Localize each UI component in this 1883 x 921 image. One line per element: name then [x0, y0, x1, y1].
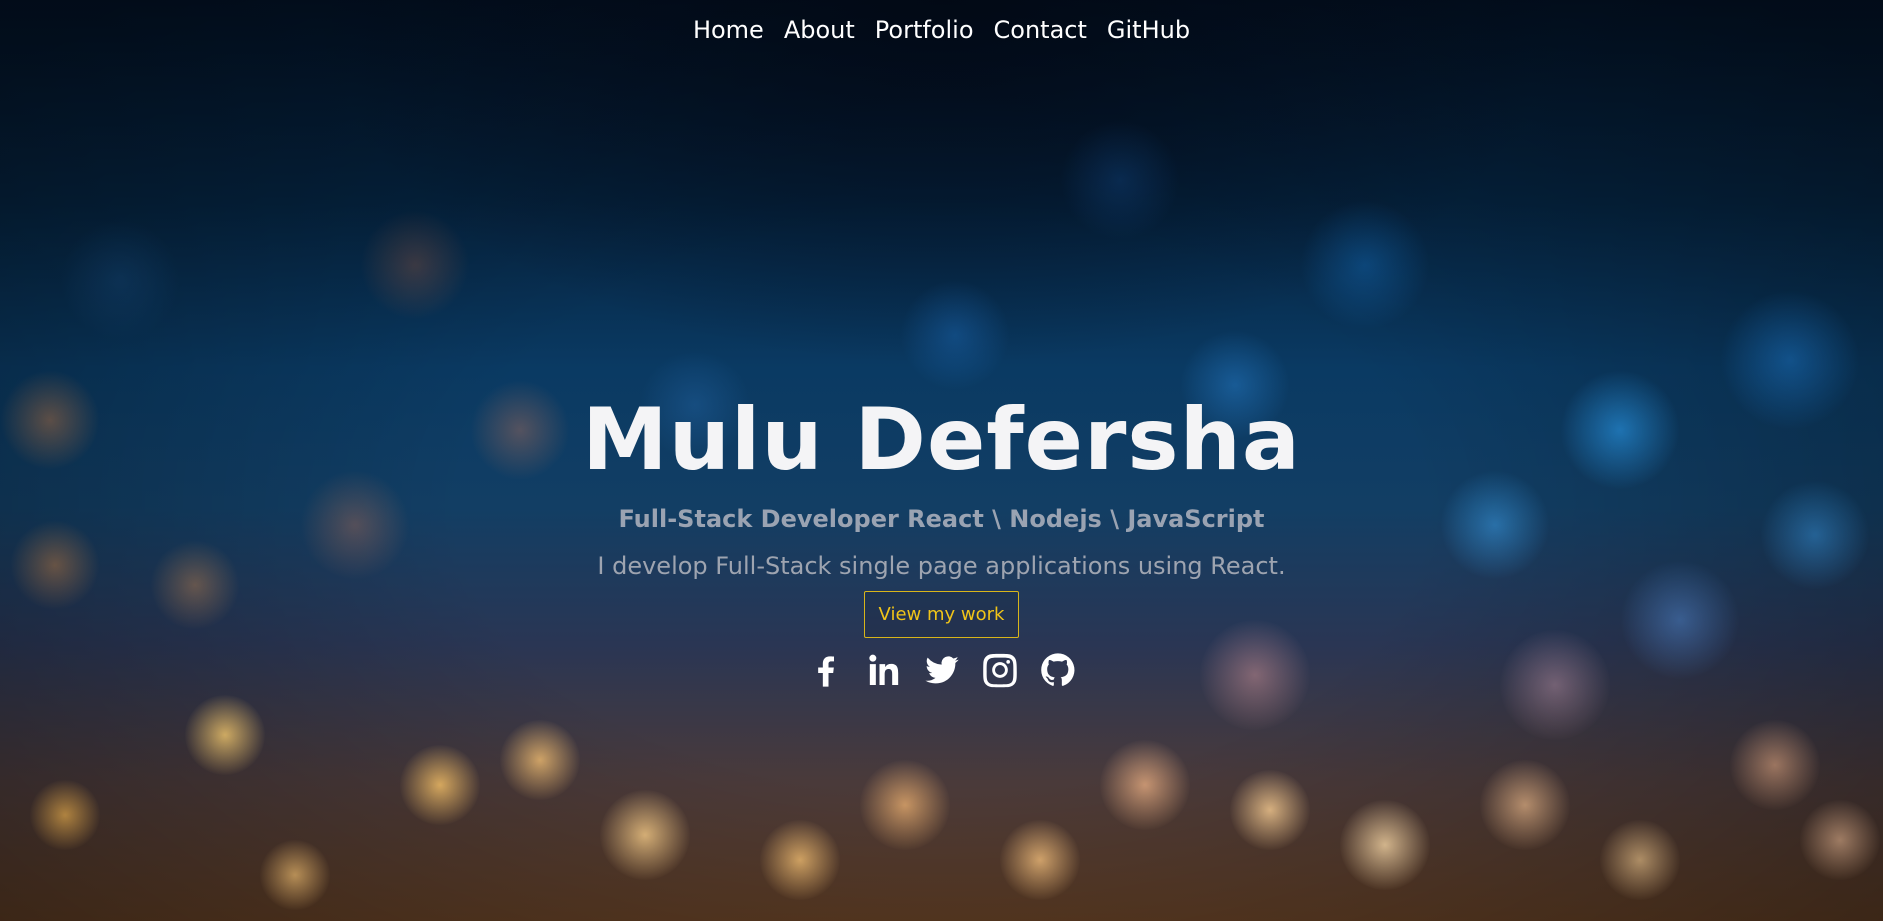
linkedin-icon[interactable]	[862, 648, 906, 692]
social-links	[0, 648, 1883, 692]
cta-container: View my work	[0, 591, 1883, 638]
instagram-icon[interactable]	[978, 648, 1022, 692]
facebook-icon[interactable]	[804, 648, 848, 692]
nav-home-link[interactable]: Home	[683, 16, 774, 44]
nav-github-link[interactable]: GitHub	[1097, 16, 1200, 44]
main-nav: Home About Portfolio Contact GitHub	[0, 16, 1883, 44]
hero-description: I develop Full-Stack single page applica…	[597, 552, 1286, 580]
nav-about-link[interactable]: About	[774, 16, 865, 44]
nav-portfolio-link[interactable]: Portfolio	[865, 16, 984, 44]
hero-subtitle: Full-Stack Developer React \ Nodejs \ Ja…	[618, 505, 1265, 533]
nav-contact-link[interactable]: Contact	[984, 16, 1097, 44]
twitter-icon[interactable]	[920, 648, 964, 692]
github-icon[interactable]	[1036, 648, 1080, 692]
hero-name: Mulu Defersha	[582, 390, 1301, 490]
view-my-work-button[interactable]: View my work	[863, 591, 1020, 638]
